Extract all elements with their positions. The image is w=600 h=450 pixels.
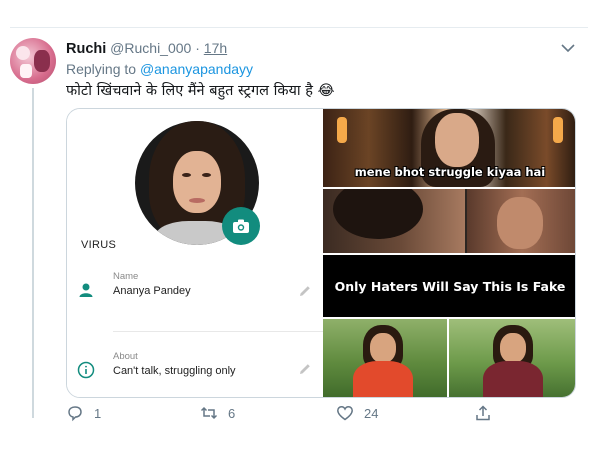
tweet-text: फोटो खिंचवाने के लिए मैंने बहुत स्ट्रगल … (66, 83, 335, 99)
reply-icon (68, 406, 82, 422)
info-icon (77, 361, 95, 379)
meme-caption-middle: Only Haters Will Say This Is Fake (334, 278, 566, 294)
meme-image-middle (323, 189, 575, 253)
meme-image-top: mene bhot struggle kiyaa hai (323, 109, 575, 187)
like-icon (337, 406, 353, 421)
avatar[interactable] (10, 38, 56, 84)
user-handle[interactable]: @Ruchi_000 (110, 40, 191, 56)
status-label: VIRUS (81, 239, 117, 251)
divider (113, 331, 323, 332)
person-icon (79, 283, 93, 297)
retweet-button[interactable]: 6 (200, 404, 235, 422)
retweet-count: 6 (228, 405, 236, 421)
like-button[interactable]: 24 (336, 404, 378, 422)
replying-handle-link[interactable]: @ananyapandayy (140, 61, 253, 77)
timestamp[interactable]: 17h (204, 40, 227, 56)
meme-caption-panel: Only Haters Will Say This Is Fake (323, 255, 575, 317)
camera-icon (233, 219, 249, 233)
camera-button (222, 207, 260, 245)
share-icon (476, 405, 490, 421)
thread-line (32, 88, 34, 418)
about-value: Can't talk, struggling only (113, 365, 236, 377)
tweet-media[interactable]: VIRUS Name Ananya Pandey About Can't tal… (66, 108, 576, 398)
reply-count: 1 (94, 405, 102, 421)
about-label: About (113, 351, 138, 362)
profile-screenshot: VIRUS Name Ananya Pandey About Can't tal… (67, 109, 323, 397)
name-value: Ananya Pandey (113, 285, 191, 297)
display-name[interactable]: Ruchi (66, 41, 106, 57)
tweet-actions: 1 6 24 (66, 404, 576, 428)
replying-prefix: Replying to (66, 61, 137, 77)
retweet-icon (200, 406, 218, 420)
meme-image-bottom (323, 319, 575, 397)
pencil-icon (300, 286, 310, 296)
name-label: Name (113, 271, 139, 282)
tweet-header: Ruchi @Ruchi_000 · 17h (66, 40, 227, 57)
meme-caption-top: mene bhot struggle kiyaa hai (354, 165, 546, 179)
meme-collage: mene bhot struggle kiyaa hai Only Haters… (323, 109, 575, 397)
separator: · (195, 40, 200, 56)
pencil-icon (300, 364, 310, 374)
chevron-down-icon[interactable] (558, 40, 578, 56)
like-count: 24 (364, 405, 379, 421)
share-button[interactable] (474, 404, 492, 422)
reply-button[interactable]: 1 (66, 404, 101, 422)
name-row: Name Ananya Pandey (67, 261, 323, 321)
about-row: About Can't talk, struggling only (67, 341, 323, 397)
replying-to: Replying to @ananyapandayy (66, 61, 253, 77)
